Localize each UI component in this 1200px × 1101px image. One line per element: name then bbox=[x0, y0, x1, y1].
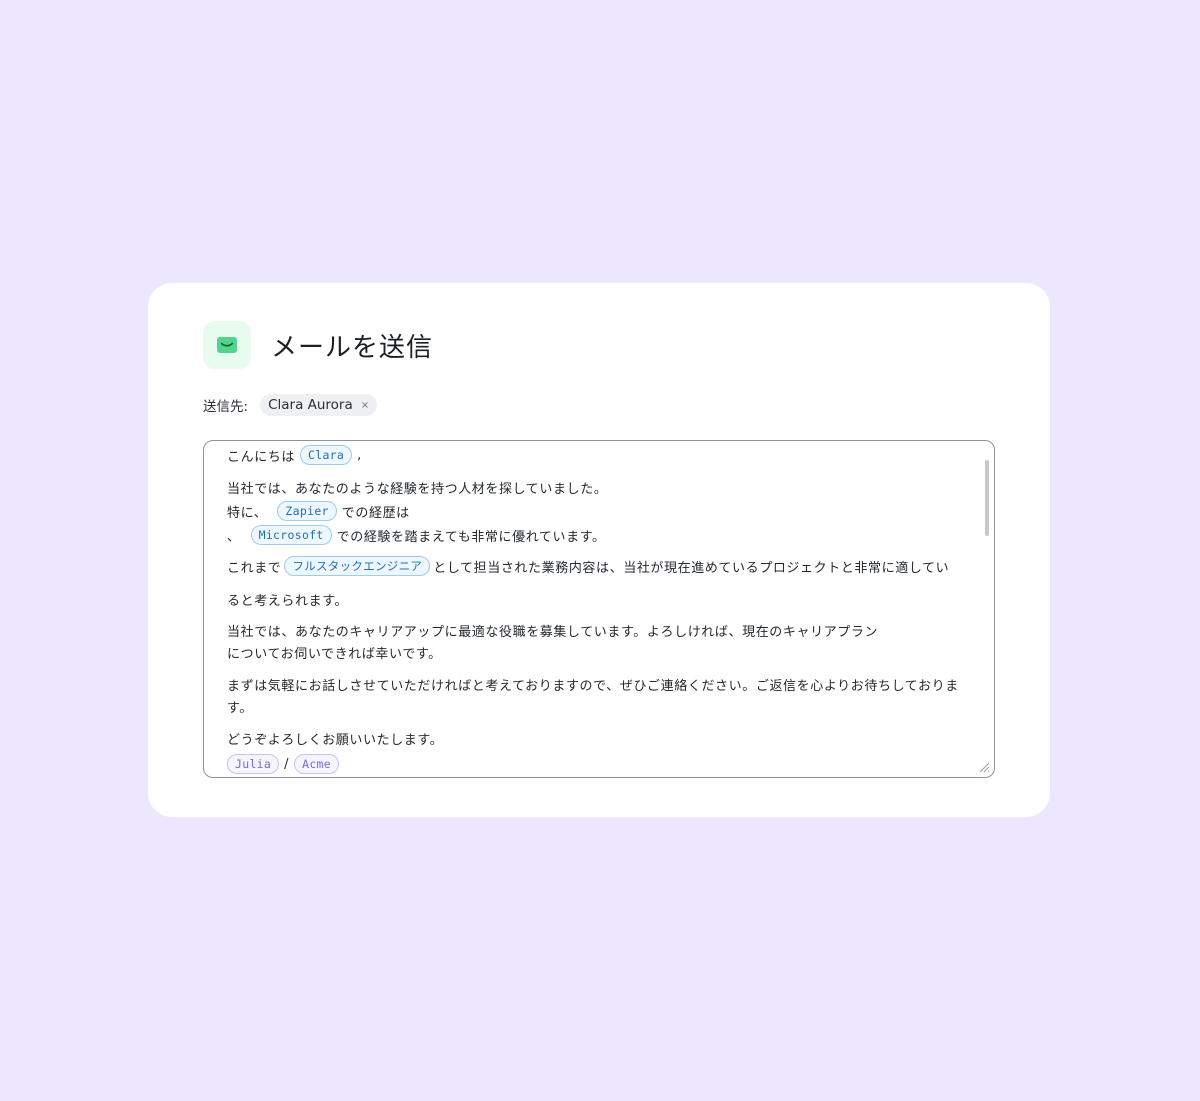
paragraph-line: 当社では、あなたのような経験を持つ人材を探していました。 bbox=[227, 476, 607, 498]
editor-scrollbar[interactable] bbox=[985, 460, 989, 536]
paragraph-text: す。 bbox=[227, 700, 253, 716]
paragraph-text: での経歴は bbox=[341, 505, 410, 521]
paragraph-text: での経験を踏まえても非常に優れています。 bbox=[336, 529, 606, 545]
dialog-title: メールを送信 bbox=[271, 332, 434, 363]
paragraph-text: についてお伺いできれば幸いです。 bbox=[227, 646, 442, 662]
greeting-line: こんにちは Clara , bbox=[227, 444, 362, 466]
paragraph-text: 当社では、あなたのような経験を持つ人材を探していました。 bbox=[227, 481, 608, 497]
variable-chip-job-title[interactable]: フルスタックエンジニア bbox=[284, 556, 431, 576]
recipient-name: Clara Aurora bbox=[268, 397, 353, 413]
variable-chip-sender-name[interactable]: Julia bbox=[227, 754, 280, 774]
greeting-prefix: こんにちは bbox=[227, 449, 296, 465]
paragraph-text: 、 bbox=[227, 529, 241, 545]
send-email-dialog: メールを送信 送信先: Clara Aurora × こんにちは Clara ,… bbox=[148, 283, 1050, 817]
paragraph-line: す。 bbox=[227, 695, 253, 717]
paragraph-text: 特に、 bbox=[227, 505, 268, 521]
paragraph-line: これまで フルスタックエンジニア として担当された業務内容は、当社が現在進めてい… bbox=[227, 555, 949, 577]
greeting-suffix: , bbox=[357, 447, 362, 463]
paragraph-line: についてお伺いできれば幸いです。 bbox=[227, 641, 442, 663]
paragraph-text: これまで bbox=[227, 560, 282, 576]
dialog-header: メールを送信 bbox=[203, 321, 433, 369]
paragraph-text: まずは気軽にお話しさせていただければと考えておりますので、ぜひご連絡ください。ご… bbox=[227, 678, 959, 694]
recipient-chip[interactable]: Clara Aurora × bbox=[260, 394, 378, 416]
signature-line: Julia / Acme bbox=[227, 753, 340, 775]
paragraph-line: 当社では、あなたのキャリアアップに最適な役職を募集しています。よろしければ、現在… bbox=[227, 619, 878, 641]
closing-line: どうぞよろしくお願いいたします。 bbox=[227, 727, 443, 749]
variable-chip-company[interactable]: Zapier bbox=[277, 501, 337, 521]
paragraph-line: ると考えられます。 bbox=[227, 588, 348, 610]
signature-separator: / bbox=[284, 756, 290, 772]
recipients-label: 送信先: bbox=[203, 399, 249, 415]
paragraph-text: として担当された業務内容は、当社が現在進めているプロジェクトと非常に適してい bbox=[433, 560, 950, 576]
remove-recipient-button[interactable]: × bbox=[361, 400, 369, 411]
paragraph-line: 、 Microsoft での経験を踏まえても非常に優れています。 bbox=[227, 524, 606, 546]
paragraph-text: ると考えられます。 bbox=[227, 593, 349, 609]
variable-chip-first-name[interactable]: Clara bbox=[300, 445, 353, 465]
paragraph-line: まずは気軽にお話しさせていただければと考えておりますので、ぜひご連絡ください。ご… bbox=[227, 673, 959, 695]
recipients-row: 送信先: Clara Aurora × bbox=[203, 394, 378, 416]
variable-chip-previous-company[interactable]: Microsoft bbox=[250, 525, 332, 545]
mail-icon-box bbox=[203, 321, 251, 369]
resize-handle-icon[interactable] bbox=[978, 761, 990, 773]
closing-text: どうぞよろしくお願いいたします。 bbox=[227, 732, 444, 748]
paragraph-text: 当社では、あなたのキャリアアップに最適な役職を募集しています。よろしければ、現在… bbox=[227, 624, 879, 640]
mail-icon bbox=[217, 337, 237, 353]
variable-chip-sender-company[interactable]: Acme bbox=[294, 754, 340, 774]
email-body-editor[interactable]: こんにちは Clara , 当社では、あなたのような経験を持つ人材を探していまし… bbox=[203, 440, 995, 778]
paragraph-line: 特に、 Zapier での経歴は bbox=[227, 500, 410, 522]
